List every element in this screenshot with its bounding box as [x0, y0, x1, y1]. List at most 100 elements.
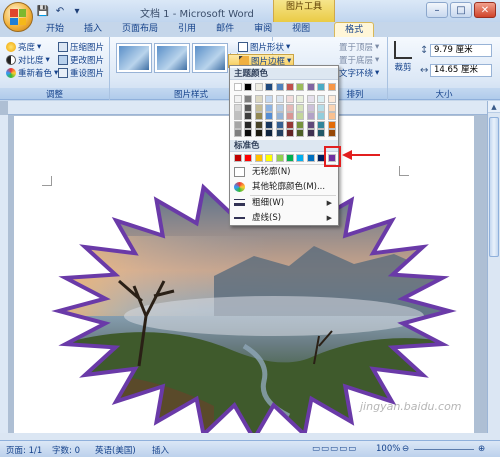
theme-color-swatch[interactable]	[317, 83, 326, 91]
height-input[interactable]: 9.79 厘米	[430, 44, 492, 57]
maximize-button[interactable]: □	[450, 2, 472, 18]
theme-shade-swatch[interactable]	[244, 95, 253, 103]
standard-color-swatch[interactable]	[275, 154, 284, 162]
office-button[interactable]	[3, 2, 33, 32]
theme-shade-swatch[interactable]	[317, 112, 326, 120]
theme-shade-swatch[interactable]	[306, 120, 315, 129]
standard-color-swatch[interactable]	[244, 154, 253, 162]
theme-shade-swatch[interactable]	[275, 112, 284, 120]
contrast-button[interactable]: 对比度 ▾	[6, 54, 50, 66]
weight-item[interactable]: 粗细(W) ▶	[230, 196, 338, 210]
theme-shade-swatch[interactable]	[275, 120, 284, 129]
theme-shade-swatch[interactable]	[296, 103, 305, 112]
reset-picture-button[interactable]: 重设图片	[58, 67, 104, 79]
theme-shade-swatch[interactable]	[286, 120, 294, 129]
theme-shade-swatch[interactable]	[327, 95, 336, 103]
theme-shade-swatch[interactable]	[296, 112, 305, 120]
theme-shade-swatch[interactable]	[327, 103, 336, 112]
theme-shade-swatch[interactable]	[244, 103, 253, 112]
theme-shade-swatch[interactable]	[306, 129, 315, 137]
standard-color-swatch[interactable]	[265, 154, 274, 162]
theme-shade-swatch[interactable]	[317, 95, 326, 103]
view-buttons[interactable]: ▭▭▭▭▭	[312, 444, 357, 454]
theme-shade-swatch[interactable]	[234, 95, 242, 103]
word-count[interactable]: 字数: 0	[52, 444, 80, 456]
undo-icon[interactable]: ↶	[53, 4, 67, 18]
bring-to-front-button[interactable]: 置于顶层 ▾	[339, 41, 379, 53]
minimize-button[interactable]: –	[426, 2, 448, 18]
page-count[interactable]: 页面: 1/1	[6, 444, 42, 456]
theme-shade-swatch[interactable]	[234, 129, 242, 137]
save-icon[interactable]: 💾	[36, 4, 50, 18]
standard-color-swatch[interactable]	[234, 154, 242, 162]
theme-shade-swatch[interactable]	[286, 112, 294, 120]
theme-shade-swatch[interactable]	[296, 129, 305, 137]
theme-shade-swatch[interactable]	[317, 103, 326, 112]
horizontal-scrollbar[interactable]	[0, 433, 500, 440]
dashes-item[interactable]: 虚线(S) ▶	[230, 211, 338, 225]
theme-shade-swatch[interactable]	[265, 95, 274, 103]
theme-shade-swatch[interactable]	[296, 120, 305, 129]
theme-shade-swatch[interactable]	[317, 129, 326, 137]
standard-color-swatch[interactable]	[286, 154, 294, 162]
theme-shade-swatch[interactable]	[327, 112, 336, 120]
tab-review[interactable]: 审阅	[244, 22, 282, 37]
theme-shade-swatch[interactable]	[275, 129, 284, 137]
theme-shade-swatch[interactable]	[327, 129, 336, 137]
theme-shade-swatch[interactable]	[234, 120, 242, 129]
standard-color-swatch[interactable]	[306, 154, 315, 162]
scroll-up-icon[interactable]: ▲	[488, 101, 500, 113]
theme-shade-swatch[interactable]	[265, 103, 274, 112]
vertical-scrollbar[interactable]: ▲	[487, 101, 500, 433]
text-wrapping-button[interactable]: 文字环绕 ▾	[339, 67, 379, 79]
tab-insert[interactable]: 插入	[74, 22, 112, 37]
compress-pictures-button[interactable]: 压缩图片	[58, 41, 104, 53]
theme-shade-swatch[interactable]	[234, 112, 242, 120]
recolor-button[interactable]: 重新着色 ▾	[6, 67, 58, 79]
zoom-slider[interactable]	[414, 449, 474, 450]
tab-page-layout[interactable]: 页面布局	[112, 22, 168, 37]
theme-shade-swatch[interactable]	[254, 129, 263, 137]
no-outline-item[interactable]: 无轮廓(N)	[230, 165, 338, 179]
standard-color-swatch[interactable]	[254, 154, 263, 162]
theme-color-swatch[interactable]	[234, 83, 242, 91]
send-to-back-button[interactable]: 置于底层 ▾	[339, 54, 379, 66]
width-input[interactable]: 14.65 厘米	[430, 64, 492, 77]
picture-style-3[interactable]	[192, 43, 228, 73]
theme-shade-swatch[interactable]	[306, 112, 315, 120]
theme-shade-swatch[interactable]	[327, 120, 336, 129]
picture-style-2[interactable]	[154, 43, 190, 73]
theme-shade-swatch[interactable]	[234, 103, 242, 112]
vertical-ruler[interactable]	[0, 115, 8, 433]
theme-color-swatch[interactable]	[244, 83, 253, 91]
zoom-in-icon[interactable]: ⊕	[478, 444, 485, 454]
theme-color-swatch[interactable]	[296, 83, 305, 91]
brightness-button[interactable]: 亮度 ▾	[6, 41, 41, 53]
scroll-thumb[interactable]	[489, 117, 499, 257]
tab-references[interactable]: 引用	[168, 22, 206, 37]
tab-view[interactable]: 视图	[282, 22, 320, 37]
theme-shade-swatch[interactable]	[286, 95, 294, 103]
theme-shade-swatch[interactable]	[286, 103, 294, 112]
theme-shade-swatch[interactable]	[275, 95, 284, 103]
theme-color-swatch[interactable]	[275, 83, 284, 91]
zoom-out-icon[interactable]: ⊖	[402, 444, 409, 454]
theme-shade-swatch[interactable]	[306, 103, 315, 112]
theme-shade-swatch[interactable]	[286, 129, 294, 137]
crop-button[interactable]: 裁剪	[394, 41, 412, 73]
theme-shade-swatch[interactable]	[306, 95, 315, 103]
change-picture-button[interactable]: 更改图片	[58, 54, 104, 66]
theme-shade-swatch[interactable]	[265, 129, 274, 137]
zoom-level[interactable]: 100%	[376, 444, 400, 454]
theme-color-swatch[interactable]	[327, 83, 336, 91]
theme-shade-swatch[interactable]	[254, 112, 263, 120]
tab-mailings[interactable]: 邮件	[206, 22, 244, 37]
insert-mode[interactable]: 插入	[152, 444, 169, 456]
more-outline-colors-item[interactable]: 其他轮廓颜色(M)...	[230, 180, 338, 194]
theme-color-swatch[interactable]	[254, 83, 263, 91]
standard-color-swatch[interactable]	[296, 154, 305, 162]
theme-shade-swatch[interactable]	[265, 112, 274, 120]
theme-shade-swatch[interactable]	[254, 120, 263, 129]
tab-home[interactable]: 开始	[36, 22, 74, 37]
picture-style-1[interactable]	[116, 43, 152, 73]
